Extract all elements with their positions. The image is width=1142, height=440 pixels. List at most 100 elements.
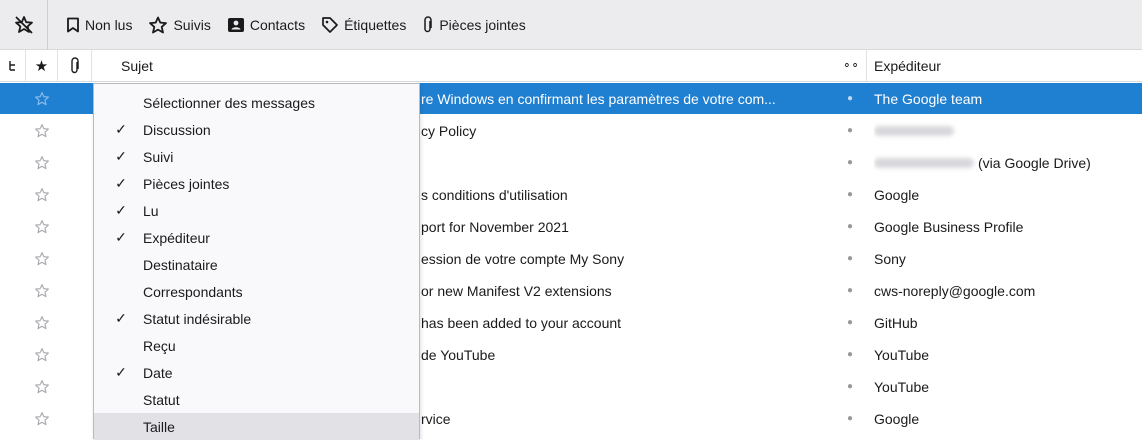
message-subject [421, 371, 831, 402]
quick-filter-bar: Non lus Suivis Contacts Étiquettes Pièces jo… [0, 0, 1142, 50]
checkmark-icon: ✓ [115, 364, 127, 380]
menu-item-column[interactable]: Destinataire [94, 251, 419, 278]
bookmark-icon [66, 17, 85, 33]
checkmark-icon: ✓ [115, 175, 127, 191]
message-subject: or new Manifest V2 extensions [421, 282, 612, 299]
correspondent-column-header[interactable]: ⚬⚬ [835, 50, 867, 81]
thread-icon [8, 60, 15, 71]
sticky-filter-button[interactable] [0, 0, 48, 50]
paperclip-icon [422, 15, 439, 34]
menu-item-label: Sélectionner des messages [143, 94, 315, 111]
message-sender: YouTube [874, 378, 930, 395]
paperclip-icon [70, 56, 79, 73]
star-outline-icon[interactable] [30, 403, 54, 434]
pin-icon [14, 15, 33, 34]
menu-item-column[interactable]: ✓ Discussion [94, 116, 419, 143]
filter-button-bookmark[interactable]: Non lus [60, 10, 138, 40]
message-subject [421, 147, 831, 178]
filter-button-label: Contacts [249, 16, 306, 33]
menu-item-column[interactable]: ✓ Expéditeur [94, 224, 419, 251]
star-outline-icon[interactable] [30, 339, 54, 370]
message-sender: Google [874, 186, 920, 203]
thread-column-header[interactable] [0, 50, 26, 81]
checkmark-icon: ✓ [115, 148, 127, 164]
star-outline-icon[interactable] [30, 371, 54, 402]
unread-dot-icon[interactable]: ● [843, 147, 857, 178]
flag-column-header[interactable]: ★ [26, 50, 58, 81]
unread-dot-icon[interactable]: ● [843, 371, 857, 402]
sender-column-header[interactable]: Expéditeur [874, 50, 941, 81]
menu-item-label: Destinataire [143, 256, 218, 273]
star-outline-icon[interactable] [30, 179, 54, 210]
message-subject: re Windows en confirmant les paramètres … [421, 90, 776, 107]
message-subject: ession de votre compte My Sony [421, 250, 625, 267]
thread-pane-header: ★ Sujet ⚬⚬ Expéditeur [0, 50, 1142, 82]
unread-dot-icon[interactable]: ● [843, 403, 857, 434]
unread-dot-icon[interactable]: ● [843, 179, 857, 210]
unread-dot-icon[interactable]: ● [843, 307, 857, 338]
message-sender: Sony [874, 250, 906, 267]
filter-button-paperclip[interactable]: Pièces jointes [416, 10, 531, 40]
sender-suffix: (via Google Drive) [978, 154, 1091, 171]
message-subject: de YouTube [421, 346, 496, 363]
star-outline-icon[interactable] [30, 243, 54, 274]
star-outline-icon[interactable] [30, 83, 54, 114]
checkmark-icon: ✓ [115, 229, 127, 245]
checkmark-icon: ✓ [115, 310, 127, 326]
menu-item-column[interactable]: Correspondants [94, 278, 419, 305]
message-sender: GitHub [874, 314, 918, 331]
filter-button-contact-card[interactable]: Contacts [221, 10, 311, 40]
menu-item-column[interactable]: Statut [94, 386, 419, 413]
unread-dot-icon[interactable]: ● [843, 211, 857, 242]
menu-item-label: Taille [143, 418, 175, 435]
menu-item-column[interactable]: ✓ Lu [94, 197, 419, 224]
attachment-column-header[interactable] [58, 50, 92, 81]
menu-item-label: Discussion [143, 121, 211, 138]
filter-button-tag[interactable]: Étiquettes [315, 10, 412, 40]
contact-card-icon [227, 17, 250, 33]
star-outline-icon[interactable] [30, 275, 54, 306]
message-subject: s conditions d'utilisation [421, 186, 568, 203]
star-outline-icon[interactable] [30, 211, 54, 242]
star-outline-icon[interactable] [30, 147, 54, 178]
tag-icon [321, 16, 344, 34]
filter-button-label: Suivis [173, 16, 211, 33]
message-sender: YouTube [874, 346, 930, 363]
menu-item-label: Suivi [143, 148, 174, 165]
menu-item-label: Reçu [143, 337, 176, 354]
unread-dot-icon[interactable]: ● [843, 339, 857, 370]
star-outline-icon[interactable] [30, 307, 54, 338]
menu-item-column[interactable]: ✓ Suivi [94, 143, 419, 170]
redacted-name [874, 125, 954, 136]
column-picker-menu: Sélectionner des messages ✓ Discussion ✓ Sui… [93, 83, 420, 440]
message-subject: rvice [421, 410, 451, 427]
message-sender: cws-noreply@google.com [874, 282, 1036, 299]
menu-item-column[interactable]: ✓ Statut indésirable [94, 305, 419, 332]
menu-item-label: Statut [143, 391, 180, 408]
glasses-icon: ⚬⚬ [842, 60, 859, 72]
checkmark-icon: ✓ [115, 121, 127, 137]
menu-item-column[interactable]: Reçu [94, 332, 419, 359]
menu-item-label: Lu [143, 202, 159, 219]
star-outline-icon[interactable] [30, 115, 54, 146]
menu-item-label: Statut indésirable [143, 310, 252, 327]
message-subject: cy Policy [421, 122, 477, 139]
menu-item-column[interactable]: ✓ Date [94, 359, 419, 386]
unread-dot-icon[interactable]: ● [843, 83, 857, 114]
menu-item-label: Correspondants [143, 283, 243, 300]
message-sender [874, 115, 1142, 146]
message-subject: has been added to your account [421, 314, 622, 331]
message-sender: The Google team [874, 90, 983, 107]
unread-dot-icon[interactable]: ● [843, 115, 857, 146]
filter-button-label: Étiquettes [344, 16, 407, 33]
checkmark-icon: ✓ [115, 202, 127, 218]
menu-item-column[interactable]: ✓ Pièces jointes [94, 170, 419, 197]
menu-item-column[interactable]: Sélectionner des messages [94, 89, 419, 116]
menu-item-column[interactable]: Taille [94, 413, 419, 440]
message-sender: Google Business Profile [874, 218, 1024, 235]
redacted-name [874, 157, 974, 168]
unread-dot-icon[interactable]: ● [843, 275, 857, 306]
unread-dot-icon[interactable]: ● [843, 243, 857, 274]
filter-button-star[interactable]: Suivis [142, 10, 216, 40]
subject-column-header[interactable]: Sujet [121, 50, 153, 81]
